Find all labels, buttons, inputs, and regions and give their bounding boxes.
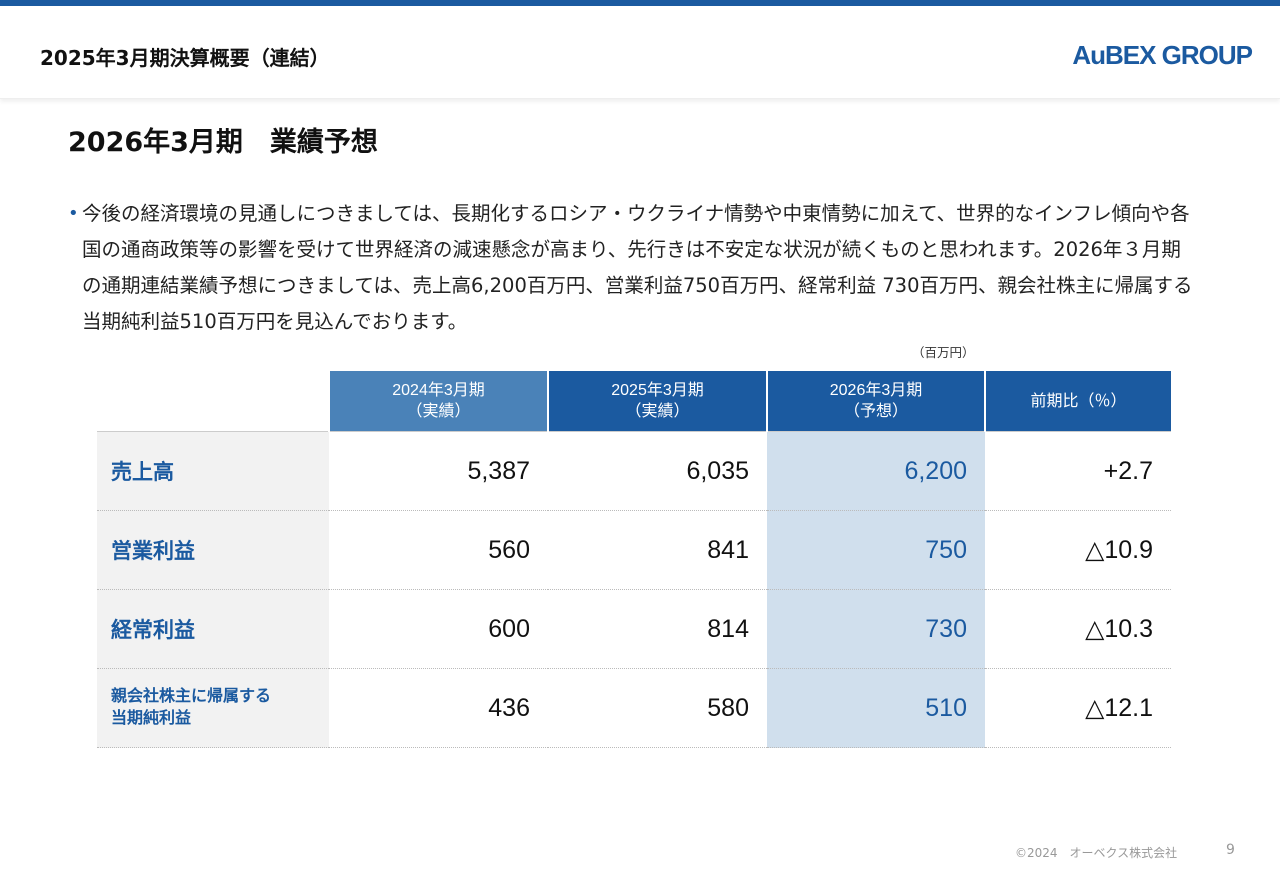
cell-yoy-change: △12.1 [985,668,1171,748]
cell-fy2025: 841 [548,510,767,590]
header-empty-cell [97,371,329,432]
cell-fy2024: 600 [329,589,548,669]
column-header-line2: （実績） [406,403,471,420]
company-logo: AuBEX GROUP [1072,40,1253,70]
column-header-fy2026: 2026年3月期 （予想） [766,371,985,432]
cell-fy2026-forecast: 730 [767,589,985,669]
section-title: 2025年3月期決算概要（連結） [40,46,330,70]
column-header-line1: 2025年3月期 [611,382,704,399]
column-header-line2: （予想） [843,403,908,420]
column-header-yoy: 前期比（％） [984,371,1171,432]
row-label-ordinary-income: 経常利益 [97,589,329,669]
column-header-fy2025: 2025年3月期 （実績） [547,371,767,432]
row-label-line2: 当期純利益 [111,710,192,727]
cell-fy2024: 436 [329,668,548,748]
column-header-line1: 前期比（％） [1030,392,1127,410]
forecast-commentary: • 今後の経済環境の見通しにつきましては、長期化するロシア・ウクライナ情勢や中東… [68,196,1193,340]
cell-fy2025: 814 [548,589,767,669]
table-row: 経常利益 600 814 730 △10.3 [97,589,1171,669]
commentary-text: 今後の経済環境の見通しにつきましては、長期化するロシア・ウクライナ情勢や中東情勢… [82,202,1193,333]
column-header-line1: 2026年3月期 [829,382,923,399]
forecast-table: 2024年3月期 （実績） 2025年3月期 （実績） 2026年3月期 （予想… [97,371,1171,748]
unit-label: （百万円） [912,345,975,360]
row-label-net-income: 親会社株主に帰属する 当期純利益 [97,668,329,748]
row-label-line1: 親会社株主に帰属する [111,688,272,705]
table-row: 親会社株主に帰属する 当期純利益 436 580 510 △12.1 [97,668,1171,748]
page-number: 9 [1226,842,1235,858]
copyright-notice: ©2024 オーベクス株式会社 [1015,846,1178,860]
bullet-icon: • [68,203,79,224]
cell-yoy-change: △10.9 [985,510,1171,590]
table-header-row: 2024年3月期 （実績） 2025年3月期 （実績） 2026年3月期 （予想… [97,371,1171,432]
cell-fy2025: 6,035 [548,431,767,511]
cell-fy2026-forecast: 6,200 [767,431,985,511]
table-row: 売上高 5,387 6,035 6,200 +2.7 [97,431,1171,511]
cell-yoy-change: △10.3 [985,589,1171,669]
cell-fy2025: 580 [548,668,767,748]
column-header-line1: 2024年3月期 [392,382,485,399]
cell-fy2026-forecast: 750 [767,510,985,590]
column-header-line2: （実績） [625,403,690,420]
cell-fy2024: 5,387 [329,431,548,511]
cell-fy2024: 560 [329,510,548,590]
row-label-operating-income: 営業利益 [97,510,329,590]
column-header-fy2024: 2024年3月期 （実績） [328,371,548,432]
cell-fy2026-forecast: 510 [767,668,985,748]
row-label-net-sales: 売上高 [97,431,329,511]
slide-header: 2025年3月期決算概要（連結） AuBEX GROUP [0,6,1280,99]
table-row: 営業利益 560 841 750 △10.9 [97,510,1171,590]
page-title: 2026年3月期 業績予想 [68,127,378,158]
cell-yoy-change: +2.7 [985,431,1171,511]
